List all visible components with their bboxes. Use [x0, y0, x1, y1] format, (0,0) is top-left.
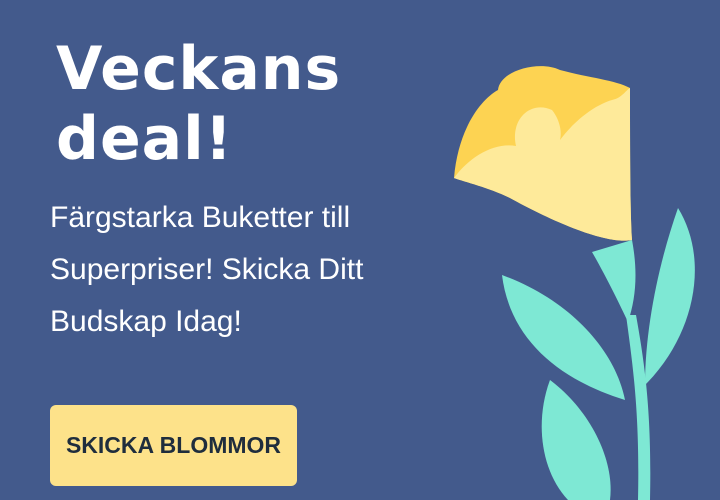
leaf-left [502, 275, 625, 400]
stem [626, 315, 651, 500]
sepal [592, 240, 636, 322]
leaf-right [645, 208, 695, 385]
promo-subtext: Färgstarka Buketter till Superpriser! Sk… [50, 201, 364, 338]
headline: Veckans deal! [56, 34, 436, 174]
promo-banner: Veckans deal! Färgstarka Buketter till S… [0, 0, 720, 500]
send-flowers-button[interactable]: SKICKA BLOMMOR [50, 405, 297, 486]
leaf-lower [541, 380, 611, 500]
flower-icon [454, 66, 695, 500]
headline-line-2: deal! [56, 104, 234, 174]
headline-line-1: Veckans [56, 34, 342, 104]
